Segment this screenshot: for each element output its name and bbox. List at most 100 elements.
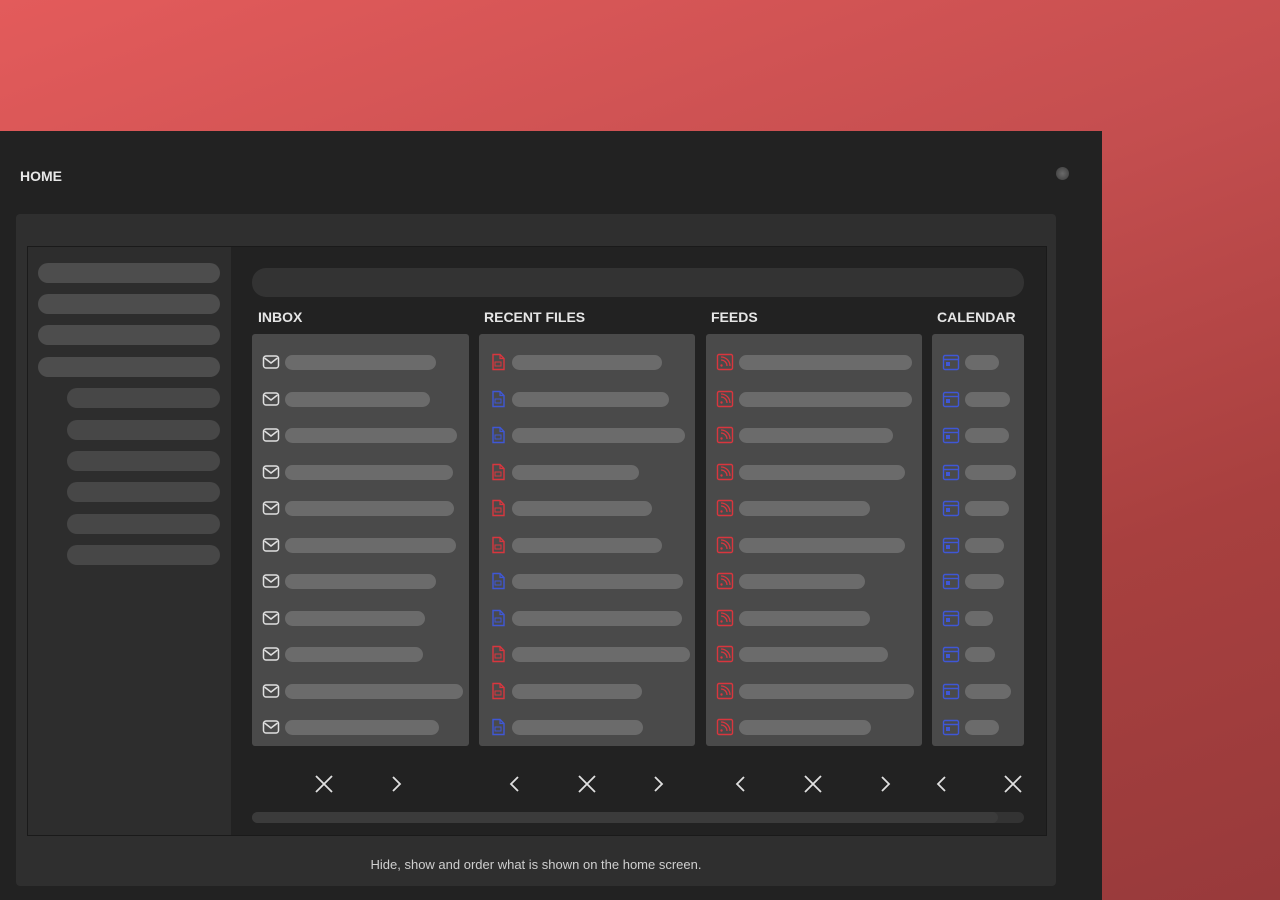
list-item <box>479 570 695 592</box>
rss-icon <box>716 609 734 627</box>
list-item <box>479 643 695 665</box>
placeholder-bar <box>285 647 423 662</box>
chevron-right-icon <box>392 776 402 792</box>
list-item <box>479 716 695 738</box>
close-icon <box>578 775 596 793</box>
placeholder-bar <box>739 574 865 589</box>
list-item <box>932 424 1024 446</box>
file-icon <box>489 463 507 481</box>
list-item <box>252 461 469 483</box>
calendar-icon <box>942 353 960 371</box>
move-calendar-left-button[interactable] <box>928 770 956 798</box>
sidebar-skeleton <box>28 247 231 835</box>
placeholder-bar <box>965 684 1011 699</box>
placeholder-bar <box>739 428 893 443</box>
placeholder-bar <box>739 720 871 735</box>
mail-icon <box>262 718 280 736</box>
list-item <box>479 461 695 483</box>
mail-icon <box>262 536 280 554</box>
chevron-right-icon <box>881 776 891 792</box>
list-item <box>932 351 1024 373</box>
list-item <box>252 716 469 738</box>
sidebar-subitem <box>67 388 220 408</box>
move-inbox-right-button[interactable] <box>382 770 410 798</box>
placeholder-bar <box>285 355 436 370</box>
column-title-feeds: FEEDS <box>711 309 758 325</box>
placeholder-bar <box>285 465 453 480</box>
column-title-inbox: INBOX <box>258 309 303 325</box>
file-icon <box>489 718 507 736</box>
remove-inbox-button[interactable] <box>310 770 338 798</box>
list-item <box>706 570 922 592</box>
placeholder-bar <box>512 611 682 626</box>
placeholder-bar <box>965 501 1009 516</box>
search-bar-skeleton <box>252 268 1024 297</box>
sidebar-subitem <box>67 420 220 440</box>
rss-icon <box>716 718 734 736</box>
list-item <box>932 461 1024 483</box>
list-item <box>932 497 1024 519</box>
settings-icon[interactable] <box>1056 167 1069 180</box>
list-item <box>479 607 695 629</box>
list-item <box>932 680 1024 702</box>
list-item <box>252 680 469 702</box>
list-item <box>252 534 469 556</box>
placeholder-bar <box>965 647 995 662</box>
move-feeds-left-button[interactable] <box>727 770 755 798</box>
remove-calendar-button[interactable] <box>999 770 1027 798</box>
calendar-column[interactable] <box>932 334 1024 746</box>
rss-icon <box>716 572 734 590</box>
file-icon <box>489 572 507 590</box>
placeholder-bar <box>739 392 912 407</box>
list-item <box>932 534 1024 556</box>
chevron-left-icon <box>936 776 946 792</box>
sidebar-item <box>38 325 220 345</box>
list-item <box>932 607 1024 629</box>
placeholder-bar <box>512 538 662 553</box>
close-icon <box>1004 775 1022 793</box>
move-recent-files-right-button[interactable] <box>644 770 672 798</box>
file-icon <box>489 645 507 663</box>
remove-feeds-button[interactable] <box>799 770 827 798</box>
remove-recent-files-button[interactable] <box>573 770 601 798</box>
list-item <box>706 388 922 410</box>
inbox-column[interactable] <box>252 334 469 746</box>
mail-icon <box>262 463 280 481</box>
mail-icon <box>262 682 280 700</box>
list-item <box>706 680 922 702</box>
rss-icon <box>716 463 734 481</box>
list-item <box>479 424 695 446</box>
mail-icon <box>262 353 280 371</box>
move-recent-files-left-button[interactable] <box>501 770 529 798</box>
placeholder-bar <box>739 465 905 480</box>
calendar-icon <box>942 536 960 554</box>
placeholder-bar <box>512 720 643 735</box>
list-item <box>706 351 922 373</box>
calendar-icon <box>942 499 960 517</box>
move-feeds-right-button[interactable] <box>871 770 899 798</box>
placeholder-bar <box>965 428 1009 443</box>
placeholder-bar <box>965 611 993 626</box>
placeholder-bar <box>285 574 436 589</box>
home-settings-panel: INBOX RECENT FILES FEEDS CALENDAR Hide, … <box>16 214 1056 886</box>
file-icon <box>489 536 507 554</box>
rss-icon <box>716 645 734 663</box>
horizontal-scrollbar[interactable] <box>252 812 1024 823</box>
sidebar-subitem <box>67 545 220 565</box>
chevron-left-icon <box>735 776 745 792</box>
recent-files-column[interactable] <box>479 334 695 746</box>
placeholder-bar <box>512 392 669 407</box>
placeholder-bar <box>512 647 690 662</box>
placeholder-bar <box>965 720 999 735</box>
rss-icon <box>716 536 734 554</box>
chevron-left-icon <box>509 776 519 792</box>
scrollbar-thumb[interactable] <box>252 812 998 823</box>
list-item <box>932 388 1024 410</box>
rss-icon <box>716 426 734 444</box>
placeholder-bar <box>739 501 870 516</box>
rss-icon <box>716 682 734 700</box>
rss-icon <box>716 390 734 408</box>
list-item <box>479 351 695 373</box>
feeds-column[interactable] <box>706 334 922 746</box>
list-item <box>252 607 469 629</box>
